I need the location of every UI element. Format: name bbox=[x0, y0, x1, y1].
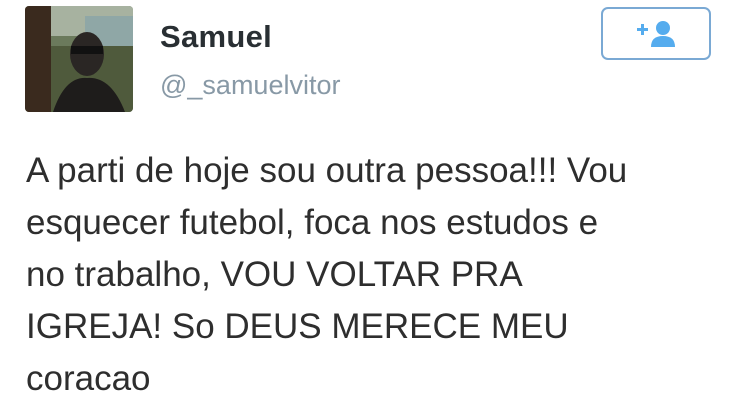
tweet-text: A parti de hoje sou outra pessoa!!! Vou … bbox=[26, 151, 628, 398]
tweet-card: Samuel @_samuelvitor A parti de hoje sou… bbox=[0, 0, 735, 417]
add-user-icon bbox=[633, 18, 679, 50]
avatar[interactable] bbox=[25, 6, 133, 112]
follow-button[interactable] bbox=[601, 7, 711, 60]
user-name[interactable]: Samuel bbox=[160, 19, 272, 55]
avatar-photo bbox=[25, 6, 133, 112]
user-handle[interactable]: @_samuelvitor bbox=[160, 70, 340, 101]
